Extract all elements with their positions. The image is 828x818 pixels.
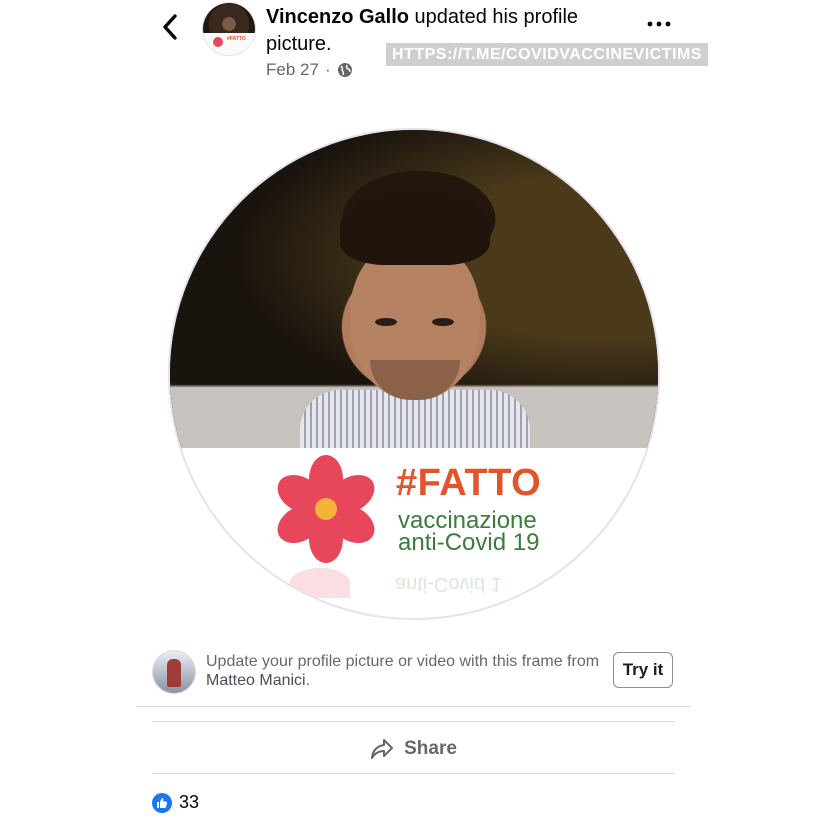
back-button[interactable] <box>156 12 184 42</box>
avatar-photo <box>203 3 255 34</box>
more-options-button[interactable] <box>646 14 672 34</box>
try-it-button[interactable]: Try it <box>613 652 673 688</box>
frame-caption: vaccinazione anti-Covid 19 <box>398 509 540 556</box>
share-button[interactable]: Share <box>152 726 675 772</box>
avatar-frame-text: #FATTO <box>227 36 246 42</box>
reaction-summary[interactable]: 33 <box>152 792 199 813</box>
divider <box>152 773 675 774</box>
chevron-left-icon <box>163 14 177 40</box>
post-meta: Feb 27 · <box>266 60 353 80</box>
globe-icon <box>337 63 352 77</box>
post-date[interactable]: Feb 27 <box>266 60 319 80</box>
divider <box>152 721 675 722</box>
divider <box>136 706 691 707</box>
flower-logo-icon <box>213 37 223 47</box>
meta-separator: · <box>324 60 331 79</box>
frame-reflection: anti-Covid 1 <box>270 568 530 608</box>
profile-picture[interactable]: #FATTO vaccinazione anti-Covid 19 anti-C… <box>168 128 660 620</box>
frame-creator-name[interactable]: Matteo Manici <box>206 672 306 689</box>
frame-caption-line2: anti-Covid 19 <box>398 529 540 556</box>
profile-photo <box>170 130 658 450</box>
watermark-banner: HTTPS://T.ME/COVIDVACCINEVICTIMS <box>386 43 708 66</box>
like-icon <box>152 792 172 813</box>
more-dots-icon <box>647 21 671 27</box>
frame-promo-text: Update your profile picture or video wit… <box>206 653 600 689</box>
share-arrow-icon <box>371 739 394 759</box>
flower-icon <box>277 455 375 563</box>
frame-creator-avatar[interactable] <box>152 650 196 694</box>
vaccination-frame: #FATTO vaccinazione anti-Covid 19 anti-C… <box>170 448 658 618</box>
author-name[interactable]: Vincenzo Gallo <box>266 6 409 28</box>
frame-reflection-text: anti-Covid 1 <box>395 573 502 595</box>
frame-hashtag: #FATTO <box>396 462 542 504</box>
like-count: 33 <box>179 792 200 812</box>
share-label: Share <box>404 738 457 759</box>
frame-promo: Update your profile picture or video wit… <box>152 650 682 696</box>
author-avatar[interactable]: #FATTO <box>202 2 256 56</box>
